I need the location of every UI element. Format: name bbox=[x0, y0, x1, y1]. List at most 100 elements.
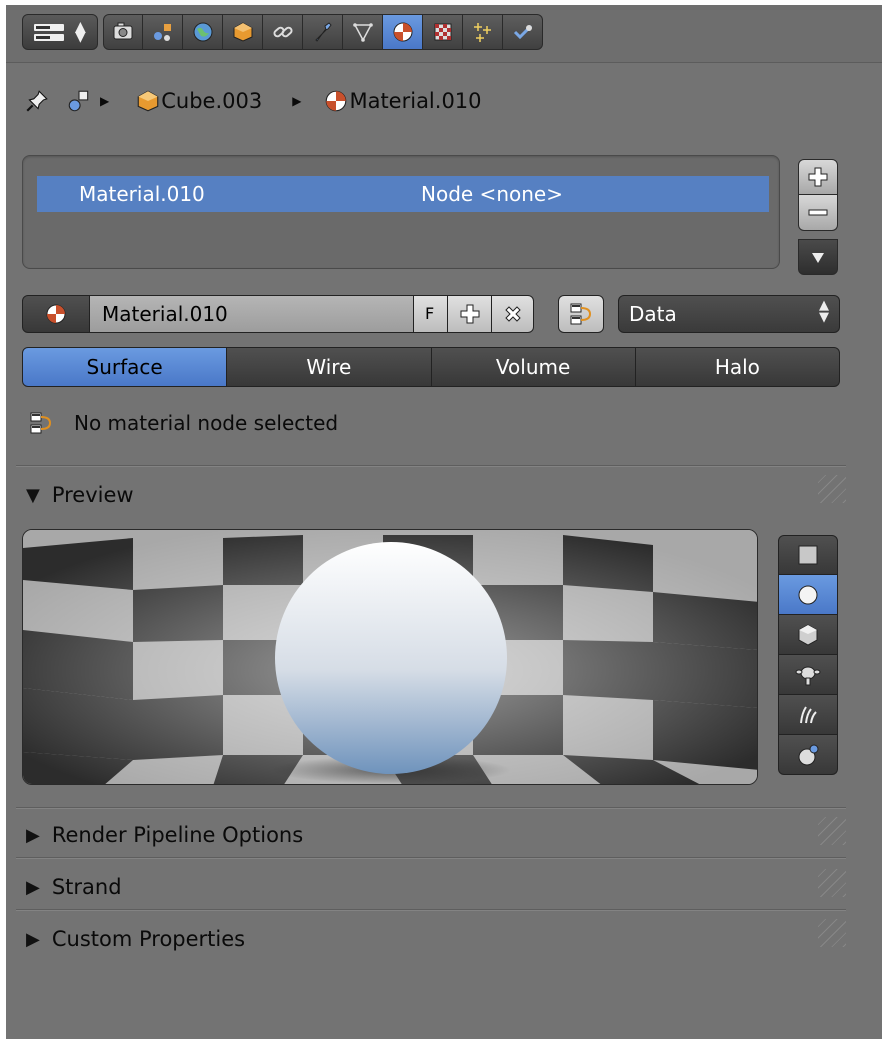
tab-constraints[interactable] bbox=[263, 14, 303, 50]
panel-render-pipeline-header[interactable]: ▶ Render Pipeline Options bbox=[26, 817, 303, 853]
tab-halo[interactable]: Halo bbox=[635, 347, 840, 387]
tab-object[interactable] bbox=[223, 14, 263, 50]
scene-icon bbox=[153, 24, 171, 41]
tab-world[interactable] bbox=[183, 14, 223, 50]
breadcrumb-arrow-icon: ▶ bbox=[292, 94, 302, 108]
unlink-material-button[interactable] bbox=[492, 295, 534, 333]
updown-icon: ▲ ▼ bbox=[819, 298, 829, 325]
tab-texture[interactable] bbox=[423, 14, 463, 50]
divider bbox=[16, 857, 846, 859]
node-status-text: No material node selected bbox=[74, 411, 339, 435]
preview-flat-button[interactable] bbox=[778, 535, 838, 575]
minus-icon bbox=[808, 209, 828, 215]
panel-render-pipeline-title: Render Pipeline Options bbox=[51, 823, 304, 847]
panel-strand-title: Strand bbox=[51, 875, 122, 899]
link-value: Data bbox=[629, 302, 677, 326]
pin-icon[interactable] bbox=[24, 88, 50, 114]
panel-preview-header[interactable]: ▼ Preview bbox=[26, 477, 134, 513]
world-icon bbox=[193, 22, 212, 42]
panel-preview-title: Preview bbox=[51, 483, 134, 507]
drag-grip-icon[interactable] bbox=[818, 817, 846, 845]
flat-icon bbox=[798, 545, 818, 565]
expanded-triangle-icon: ▼ bbox=[26, 484, 40, 506]
panel-strand-header[interactable]: ▶ Strand bbox=[26, 869, 122, 905]
object-data-icon bbox=[352, 23, 373, 42]
material-slot-list[interactable]: Material.010 Node <none> bbox=[22, 155, 780, 269]
tab-material[interactable] bbox=[383, 14, 423, 50]
material-name-value: Material.010 bbox=[102, 302, 228, 326]
properties-editor-icon bbox=[34, 24, 64, 41]
preview-shape-buttons bbox=[778, 535, 838, 775]
cube-icon bbox=[798, 623, 818, 646]
chevron-down-icon bbox=[812, 253, 824, 263]
modifiers-icon bbox=[314, 22, 332, 42]
editor-type-menu[interactable]: ▲ ▼ bbox=[22, 14, 98, 50]
preview-cube-button[interactable] bbox=[778, 615, 838, 655]
render-icon bbox=[113, 22, 133, 40]
tab-physics[interactable] bbox=[503, 14, 543, 50]
drag-grip-icon[interactable] bbox=[818, 869, 846, 897]
panel-custom-properties-header[interactable]: ▶ Custom Properties bbox=[26, 921, 245, 957]
plus-icon bbox=[808, 167, 828, 187]
node-tree-icon bbox=[570, 303, 592, 325]
material-preview bbox=[22, 529, 758, 785]
collapsed-triangle-icon: ▶ bbox=[26, 928, 40, 950]
sphere-icon bbox=[798, 585, 818, 604]
fake-user-button[interactable]: F bbox=[414, 295, 448, 333]
properties-editor: ▲ ▼ ▶ Cube.003 ▶ Material.010 Material.0… bbox=[6, 5, 882, 1039]
material-slot-row[interactable]: Material.010 Node <none> bbox=[37, 176, 769, 212]
object-icon bbox=[137, 90, 159, 112]
breadcrumb-material: Material.010 bbox=[349, 89, 482, 113]
tab-render[interactable] bbox=[103, 14, 143, 50]
node-status: No material node selected bbox=[28, 405, 338, 441]
material-name-field[interactable]: Material.010 bbox=[90, 295, 414, 333]
tab-surface[interactable]: Surface bbox=[22, 347, 228, 387]
material-icon bbox=[393, 22, 412, 42]
tab-particles[interactable] bbox=[463, 14, 503, 50]
tab-scene[interactable] bbox=[143, 14, 183, 50]
hair-icon bbox=[800, 705, 817, 723]
preview-monkey-button[interactable] bbox=[778, 655, 838, 695]
slot-controls bbox=[798, 159, 838, 275]
add-slot-button[interactable] bbox=[798, 159, 838, 195]
preview-hair-button[interactable] bbox=[778, 695, 838, 735]
material-browse-button[interactable] bbox=[22, 295, 90, 333]
preview-sky-button[interactable] bbox=[778, 735, 838, 775]
use-nodes-button[interactable] bbox=[558, 295, 604, 333]
drag-grip-icon[interactable] bbox=[818, 919, 846, 947]
preview-render bbox=[23, 530, 757, 784]
new-material-button[interactable] bbox=[448, 295, 492, 333]
close-icon bbox=[504, 306, 521, 322]
slot-node-name: Node <none> bbox=[421, 182, 563, 206]
breadcrumb-arrow-icon: ▶ bbox=[100, 94, 110, 108]
sphere-with-sky-icon bbox=[798, 744, 819, 765]
collapsed-triangle-icon: ▶ bbox=[26, 876, 40, 898]
divider bbox=[16, 465, 846, 467]
particles-icon bbox=[473, 23, 491, 42]
panel-custom-properties-title: Custom Properties bbox=[51, 927, 246, 951]
material-icon bbox=[326, 90, 347, 112]
physics-icon bbox=[513, 24, 532, 40]
node-tree-icon bbox=[30, 412, 52, 434]
monkey-icon bbox=[795, 666, 821, 685]
tab-object-data[interactable] bbox=[343, 14, 383, 50]
texture-icon bbox=[434, 23, 451, 41]
drag-grip-icon[interactable] bbox=[818, 475, 846, 503]
fake-user-label: F bbox=[425, 304, 435, 323]
remove-slot-button[interactable] bbox=[798, 195, 838, 231]
tab-volume[interactable]: Volume bbox=[431, 347, 636, 387]
preview-sphere-button[interactable] bbox=[778, 575, 838, 615]
breadcrumb-object: Cube.003 bbox=[161, 89, 263, 113]
constraints-icon bbox=[272, 26, 293, 38]
tab-modifiers[interactable] bbox=[303, 14, 343, 50]
link-select[interactable]: Data ▲ ▼ bbox=[618, 295, 840, 333]
updown-icon: ▲ ▼ bbox=[75, 19, 86, 45]
tab-wire[interactable]: Wire bbox=[227, 347, 432, 387]
material-type-tabs: Surface Wire Volume Halo bbox=[22, 347, 840, 387]
slot-specials-button[interactable] bbox=[798, 239, 838, 275]
material-icon bbox=[46, 304, 66, 324]
divider bbox=[16, 909, 846, 911]
context-tabs bbox=[103, 14, 543, 50]
properties-header: ▲ ▼ bbox=[6, 5, 882, 63]
object-icon bbox=[233, 22, 252, 42]
